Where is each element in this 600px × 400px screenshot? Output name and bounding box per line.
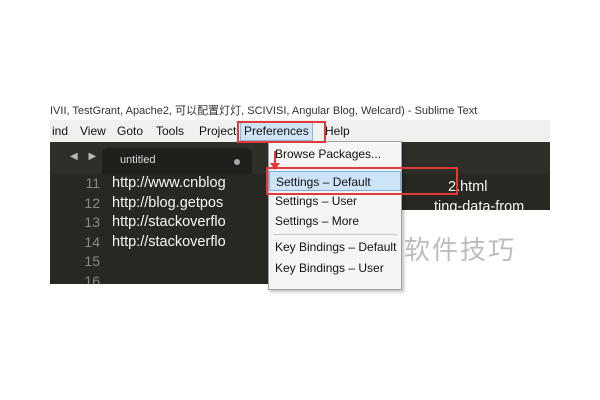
menu-project[interactable]: Project <box>199 124 236 138</box>
menu-item-settings-default[interactable]: Settings – Default <box>269 171 401 191</box>
menu-bar: ind View Goto Tools Project Preferences … <box>50 120 550 142</box>
unsaved-dot-icon[interactable] <box>234 159 240 165</box>
menu-separator <box>273 168 397 169</box>
menu-item-browse-packages[interactable]: Browse Packages... <box>269 144 401 164</box>
annotation-arrow-head-icon <box>270 163 280 170</box>
tab-title: untitled <box>120 154 156 166</box>
tab-untitled[interactable]: untitled <box>102 148 252 174</box>
menu-help[interactable]: Help <box>325 124 350 138</box>
menu-item-settings-more[interactable]: Settings – More <box>269 211 401 231</box>
line-number: 16 <box>84 272 100 285</box>
menu-view[interactable]: View <box>80 124 106 138</box>
menu-separator <box>273 234 397 235</box>
menu-preferences[interactable]: Preferences <box>240 121 313 141</box>
menu-item-key-bindings-default[interactable]: Key Bindings – Default <box>269 237 401 257</box>
menu-item-key-bindings-user[interactable]: Key Bindings – User <box>269 258 401 278</box>
menu-item-settings-user[interactable]: Settings – User <box>269 191 401 211</box>
line-number: 12 <box>84 194 100 211</box>
code-text[interactable]: http://www.cnblog http://blog.getpos htt… <box>112 174 226 284</box>
menu-goto[interactable]: Goto <box>117 124 143 138</box>
code-line: http://stackoverflo <box>112 214 226 230</box>
tab-nav-arrows-icon[interactable]: ◀ ▶ <box>70 151 100 162</box>
code-line: http://blog.getpos <box>112 194 224 211</box>
menu-tools[interactable]: Tools <box>156 124 184 138</box>
line-number-gutter: 11 12 13 14 15 16 <box>50 174 108 284</box>
code-line: http://stackoverflo <box>112 233 226 250</box>
preferences-dropdown: Browse Packages... Settings – Default Se… <box>268 141 402 290</box>
watermark-text: 软件技巧 <box>404 235 517 265</box>
line-number: 14 <box>84 233 100 250</box>
code-line: http://www.cnblog <box>112 175 226 191</box>
line-number: 15 <box>84 253 100 269</box>
line-number: 13 <box>84 214 100 230</box>
menu-find[interactable]: ind <box>52 124 68 138</box>
code-fragment: 2.html <box>448 179 488 195</box>
window-title: IVII, TestGrant, Apache2, 可以配置灯灯, SCIVIS… <box>50 105 478 117</box>
line-number: 11 <box>85 175 100 191</box>
